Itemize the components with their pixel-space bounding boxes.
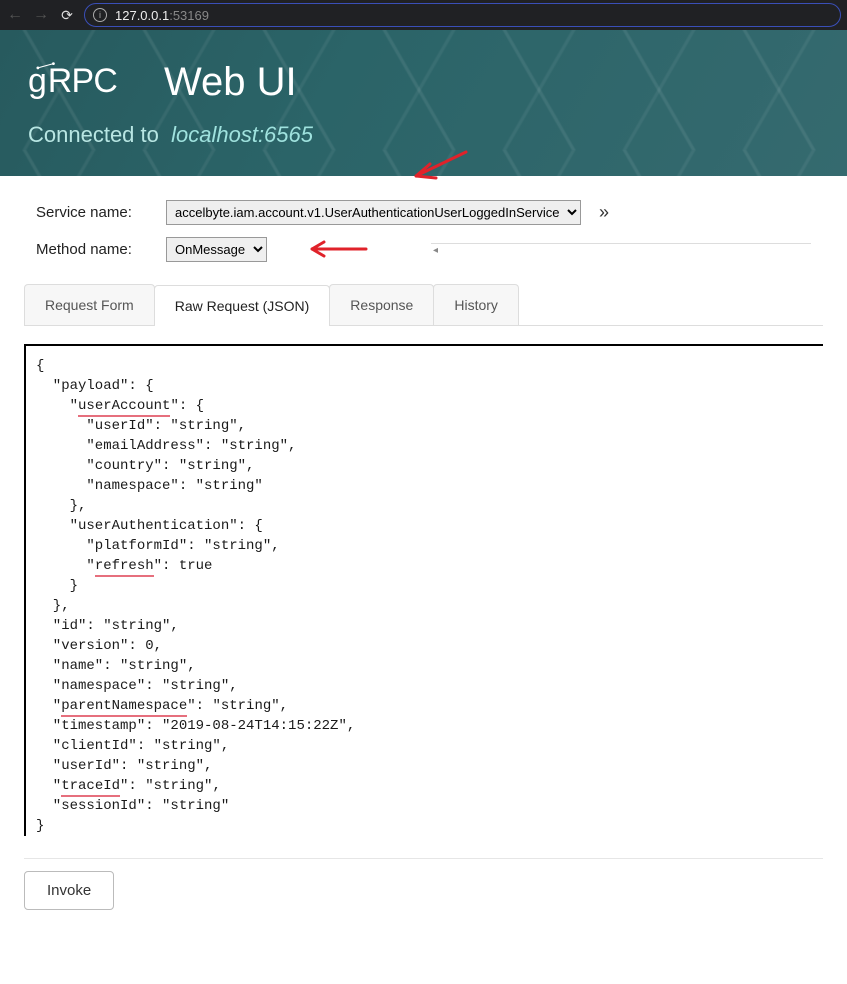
back-button[interactable]: ← [6, 6, 24, 24]
grpc-logo: gRPC [28, 56, 148, 108]
url-port: :53169 [169, 8, 209, 23]
tab-raw-request-json-[interactable]: Raw Request (JSON) [154, 285, 331, 326]
selector-form: Service name: accelbyte.iam.account.v1.U… [0, 176, 847, 284]
reload-button[interactable]: ⟳ [58, 7, 76, 24]
tab-bar: Request FormRaw Request (JSON)ResponseHi… [24, 284, 823, 326]
service-name-label: Service name: [36, 204, 156, 221]
url-host: 127.0.0.1 [115, 8, 169, 23]
tab-request-form[interactable]: Request Form [24, 284, 155, 325]
app-title: Web UI [164, 60, 297, 105]
invoke-button[interactable]: Invoke [24, 871, 114, 910]
address-bar[interactable]: i 127.0.0.1:53169 [84, 3, 841, 27]
tab-history[interactable]: History [433, 284, 519, 325]
header-banner: gRPC Web UI Connected to localhost:6565 [0, 30, 847, 176]
method-name-select[interactable]: OnMessage [166, 237, 267, 262]
browser-chrome: ← → ⟳ i 127.0.0.1:53169 [0, 0, 847, 30]
annotation-arrow-method [304, 237, 374, 261]
expand-icon[interactable]: » [599, 202, 609, 223]
json-editor-wrap: { "payload": { "userAccount": { "userId"… [24, 344, 823, 836]
endpoint-text: localhost:6565 [171, 122, 313, 147]
raw-json-editor[interactable]: { "payload": { "userAccount": { "userId"… [36, 356, 823, 836]
site-info-icon[interactable]: i [93, 8, 107, 22]
method-name-label: Method name: [36, 241, 156, 258]
tab-response[interactable]: Response [329, 284, 434, 325]
service-name-select[interactable]: accelbyte.iam.account.v1.UserAuthenticat… [166, 200, 581, 225]
connected-label: Connected to [28, 122, 159, 147]
invoke-section: Invoke [24, 858, 823, 910]
scroll-hint: ◂ [431, 243, 811, 257]
forward-button[interactable]: → [32, 6, 50, 24]
connection-status: Connected to localhost:6565 [28, 122, 819, 148]
svg-text:RPC: RPC [48, 62, 118, 100]
